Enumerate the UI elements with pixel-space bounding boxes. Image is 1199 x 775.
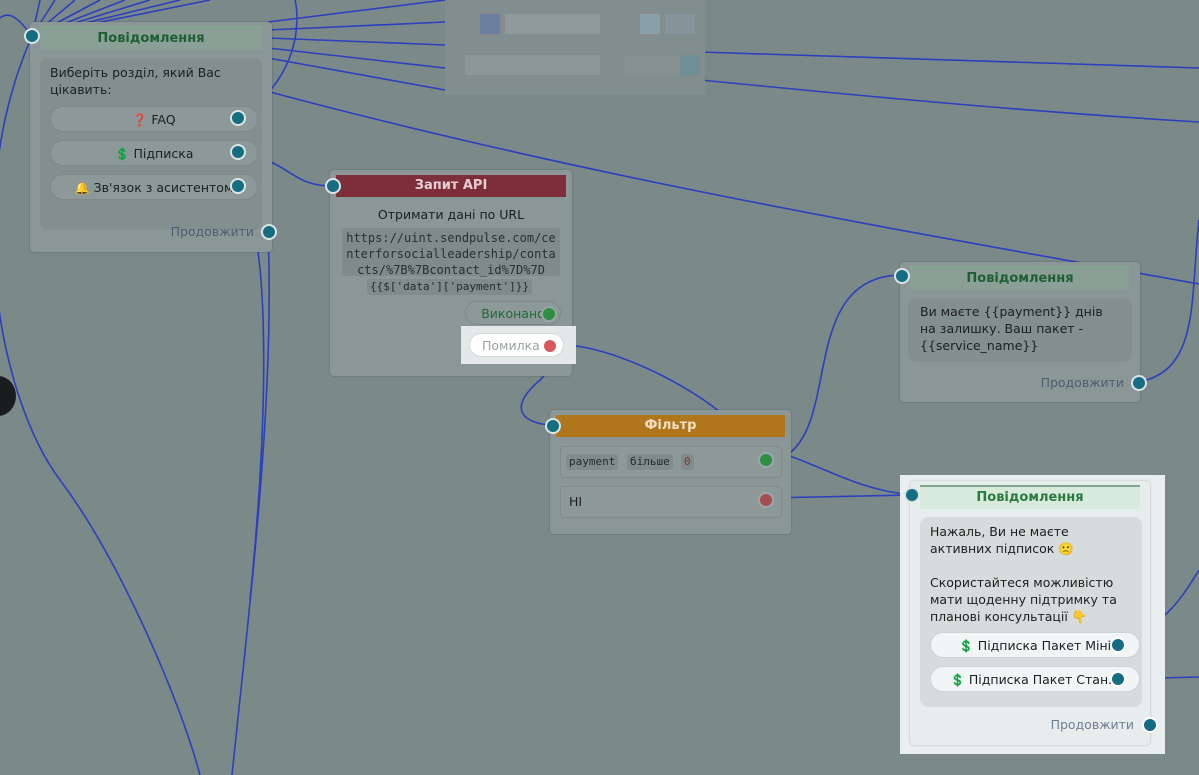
message-text: Нажаль, Ви не маєте активних підписок 🙁 … <box>930 524 1117 624</box>
filter-else[interactable]: НІ <box>560 486 782 518</box>
dollar-icon: 💲 <box>958 639 974 653</box>
subscription-mini-button[interactable]: 💲 Підписка Пакет Міні <box>930 632 1140 658</box>
button-label: Зв'язок з асистентом <box>93 180 234 195</box>
condition-true-port[interactable] <box>758 452 774 468</box>
output-port[interactable] <box>230 110 246 126</box>
message-text: Ви маєте {{payment}} днів на залишку. Ва… <box>920 304 1103 353</box>
sad-face-icon: 🙁 <box>1058 541 1074 556</box>
node-header: Повідомлення <box>910 266 1130 290</box>
connection-line <box>786 274 903 456</box>
menu-button-assistant[interactable]: 🔔 Зв'язок з асистентом <box>50 174 258 200</box>
filter-node[interactable]: Фільтр payment більше 0 НІ <box>545 410 791 534</box>
output-port[interactable] <box>230 144 246 160</box>
input-port[interactable] <box>904 487 920 503</box>
question-icon: ❓ <box>132 113 148 127</box>
continue-label: Продовжити <box>1050 717 1134 732</box>
menu-button-faq[interactable]: ❓ FAQ <box>50 106 258 132</box>
connection-line <box>267 0 446 23</box>
error-port[interactable] <box>542 338 558 354</box>
blurred-region <box>445 0 705 95</box>
bell-icon: 🔔 <box>74 181 90 195</box>
continue-label: Продовжити <box>170 224 254 239</box>
output-port[interactable] <box>230 178 246 194</box>
condition-operator: більше <box>627 454 673 470</box>
success-port[interactable] <box>541 306 557 322</box>
condition-false-port[interactable] <box>758 492 774 508</box>
input-port[interactable] <box>24 28 40 44</box>
continue-port[interactable] <box>1131 375 1147 391</box>
connection-line <box>267 21 446 31</box>
dollar-icon: 💲 <box>114 147 130 161</box>
dollar-icon: 💲 <box>949 673 965 687</box>
subscription-standard-button[interactable]: 💲 Підписка Пакет Стан... <box>930 666 1140 692</box>
button-label: FAQ <box>151 112 176 127</box>
connection-line <box>267 57 446 91</box>
connection-line <box>267 47 446 69</box>
output-port[interactable] <box>1110 637 1126 653</box>
else-label: НІ <box>569 494 583 509</box>
node-header: Повідомлення <box>920 485 1140 509</box>
connection-line <box>699 51 1199 69</box>
continue-port[interactable] <box>1142 717 1158 733</box>
message-text: Виберіть розділ, який Вас цікавить: <box>50 65 221 97</box>
api-variable: {{$['data']['payment']}} <box>367 279 532 295</box>
continue-label: Продовжити <box>1040 375 1124 390</box>
button-label: Підписка Пакет Стан... <box>968 672 1121 687</box>
connection-line <box>786 454 913 496</box>
button-label: Підписка Пакет Міні <box>977 638 1112 653</box>
pointing-down-icon: 👇 <box>1071 609 1088 624</box>
button-label: Підписка <box>133 146 194 161</box>
output-port[interactable] <box>1110 671 1126 687</box>
condition-value: 0 <box>681 454 694 470</box>
message-node-no-subscription[interactable]: Повідомлення Нажаль, Ви не маєте активни… <box>904 481 1158 745</box>
api-url: https://uint.sendpulse.com/ce nterforsoc… <box>342 228 560 277</box>
api-subtitle: Отримати дані по URL <box>377 207 525 222</box>
node-header: Фільтр <box>556 415 785 437</box>
node-header: Повідомлення <box>40 26 262 50</box>
message-node-payment[interactable]: Повідомлення Ви маєте {{payment}} днів н… <box>894 262 1147 402</box>
condition-field: payment <box>566 454 619 470</box>
input-port[interactable] <box>894 268 910 284</box>
continue-port[interactable] <box>261 224 277 240</box>
message-node-menu[interactable]: Повідомлення Виберіть розділ, який Вас ц… <box>24 22 277 252</box>
input-port[interactable] <box>545 418 561 434</box>
input-port[interactable] <box>325 178 341 194</box>
node-header: Запит API <box>336 175 566 197</box>
menu-button-subscription[interactable]: 💲 Підписка <box>50 140 258 166</box>
connection-line <box>1138 219 1199 383</box>
